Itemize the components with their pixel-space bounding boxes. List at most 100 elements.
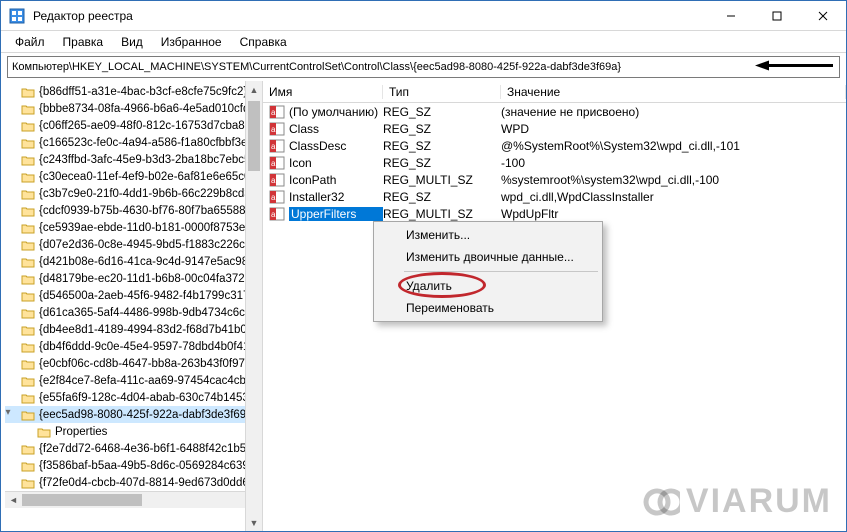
tree-item[interactable]: {d421b08e-6d16-41ca-9c4d-9147e5ac98e0}: [5, 253, 262, 270]
tree-item-label: {f72fe0d4-cbcb-407d-8814-9ed673d0dd6b}: [39, 477, 259, 489]
menu-файл[interactable]: Файл: [7, 33, 53, 51]
address-bar[interactable]: Компьютер\HKEY_LOCAL_MACHINE\SYSTEM\Curr…: [7, 56, 840, 78]
value-type: REG_MULTI_SZ: [383, 173, 501, 187]
minimize-button[interactable]: [708, 1, 754, 30]
value-row[interactable]: abClassDescREG_SZ@%SystemRoot%\System32\…: [263, 137, 846, 154]
tree-scrollbar-horizontal[interactable]: ◄ ►: [5, 491, 262, 508]
tree-item[interactable]: {db4ee8d1-4189-4994-83d2-f68d7b41b0e6}: [5, 321, 262, 338]
tree-item[interactable]: {d61ca365-5af4-4486-998b-9db4734c6ca3}: [5, 304, 262, 321]
tree-item[interactable]: {c30ecea0-11ef-4ef9-b02e-6af81e6e65c0}: [5, 168, 262, 185]
menu-правка[interactable]: Правка: [55, 33, 112, 51]
tree-item[interactable]: {c06ff265-ae09-48f0-812c-16753d7cba83}: [5, 117, 262, 134]
value-data: WPD: [501, 122, 846, 136]
value-type: REG_SZ: [383, 139, 501, 153]
close-icon: [818, 11, 828, 21]
column-name[interactable]: Имя: [263, 85, 383, 99]
menu-справка[interactable]: Справка: [232, 33, 295, 51]
tree-item-label: {e55fa6f9-128c-4d04-abab-630c74b1453a}: [39, 392, 259, 404]
tree-item[interactable]: {ce5939ae-ebde-11d0-b181-0000f8753ec4}: [5, 219, 262, 236]
context-item-4[interactable]: Переименовать: [376, 297, 600, 319]
value-row[interactable]: abUpperFiltersREG_MULTI_SZWpdUpFltr: [263, 205, 846, 222]
tree-item-label: {c243ffbd-3afc-45e9-b3d3-2ba18bc7ebc5}: [39, 154, 254, 166]
value-type: REG_MULTI_SZ: [383, 207, 501, 221]
watermark-logo-icon: [640, 485, 680, 519]
address-text: Компьютер\HKEY_LOCAL_MACHINE\SYSTEM\Curr…: [12, 61, 621, 73]
folder-icon: [21, 341, 35, 353]
value-row[interactable]: abClassREG_SZWPD: [263, 120, 846, 137]
tree-item[interactable]: {eec5ad98-8080-425f-922a-dabf3de3f69a}: [5, 406, 262, 423]
tree-item[interactable]: {d48179be-ec20-11d1-b6b8-00c04fa372a7}: [5, 270, 262, 287]
scrollbar-thumb[interactable]: [22, 494, 142, 506]
tree-item[interactable]: Properties: [5, 423, 262, 440]
tree-item[interactable]: {e0cbf06c-cd8b-4647-bb8a-263b43f0f974}: [5, 355, 262, 372]
tree-item[interactable]: {b86dff51-a31e-4bac-b3cf-e8cfe75c9fc2}: [5, 83, 262, 100]
value-row[interactable]: abIconREG_SZ-100: [263, 154, 846, 171]
context-menu: Изменить...Изменить двоичные данные... Уд…: [373, 221, 603, 322]
tree-item[interactable]: {cdcf0939-b75b-4630-bf76-80f7ba655884}: [5, 202, 262, 219]
tree-item-label: {ce5939ae-ebde-11d0-b181-0000f8753ec4}: [39, 222, 261, 234]
tree-item[interactable]: {bbbe8734-08fa-4966-b6a6-4e5ad010cfd0}: [5, 100, 262, 117]
folder-icon: [21, 460, 35, 472]
tree-item[interactable]: {db4f6ddd-9c0e-45e4-9597-78dbd4b0f412}: [5, 338, 262, 355]
tree-item-label: {d07e2d36-0c8e-4945-9bd5-f1883c226c8c}: [39, 239, 261, 251]
scroll-left-icon[interactable]: ◄: [5, 495, 22, 505]
folder-icon: [21, 307, 35, 319]
folder-icon: [21, 86, 35, 98]
tree-item[interactable]: {e2f84ce7-8efa-411c-aa69-97454cac4cb57}: [5, 372, 262, 389]
tree-item-label: {c06ff265-ae09-48f0-812c-16753d7cba83}: [39, 120, 255, 132]
scroll-down-icon[interactable]: ▼: [246, 514, 262, 531]
value-type: REG_SZ: [383, 105, 501, 119]
value-row[interactable]: abInstaller32REG_SZwpd_ci.dll,WpdClassIn…: [263, 188, 846, 205]
menu-избранное[interactable]: Избранное: [153, 33, 230, 51]
tree-pane: {b86dff51-a31e-4bac-b3cf-e8cfe75c9fc2} {b…: [1, 81, 263, 531]
value-name: Icon: [289, 156, 383, 170]
tree-scrollbar-vertical[interactable]: ▲ ▼: [245, 81, 262, 531]
string-value-icon: ab: [269, 156, 285, 170]
tree-item[interactable]: {d546500a-2aeb-45f6-9482-f4b1799c3177}: [5, 287, 262, 304]
tree-item[interactable]: {f3586baf-b5aa-49b5-8d6c-0569284c639f}: [5, 457, 262, 474]
close-button[interactable]: [800, 1, 846, 30]
scrollbar-thumb[interactable]: [248, 101, 260, 171]
context-item-1[interactable]: Изменить двоичные данные...: [376, 246, 600, 268]
folder-icon: [37, 426, 51, 438]
column-data[interactable]: Значение: [501, 85, 846, 99]
scroll-up-icon[interactable]: ▲: [246, 81, 262, 98]
tree-item-label: {bbbe8734-08fa-4966-b6a6-4e5ad010cfd0}: [39, 103, 260, 115]
tree-item[interactable]: {d07e2d36-0c8e-4945-9bd5-f1883c226c8c}: [5, 236, 262, 253]
svg-text:ab: ab: [271, 125, 280, 134]
folder-icon: [21, 409, 35, 421]
tree-item[interactable]: {c3b7c9e0-21f0-4dd1-9b6b-66c229b8cd33}: [5, 185, 262, 202]
window-buttons: [708, 1, 846, 30]
tree-item[interactable]: {f72fe0d4-cbcb-407d-8814-9ed673d0dd6b}: [5, 474, 262, 491]
tree-item-label: {c166523c-fe0c-4a94-a586-f1a80cfbbf3e}: [39, 137, 251, 149]
highlight-oval: [398, 272, 486, 298]
window-title: Редактор реестра: [33, 9, 708, 23]
value-data: (значение не присвоено): [501, 105, 846, 119]
value-row[interactable]: abIconPathREG_MULTI_SZ%systemroot%\syste…: [263, 171, 846, 188]
registry-editor-window: Редактор реестра ФайлПравкаВидИзбранноеС…: [0, 0, 847, 532]
tree-item[interactable]: {c243ffbd-3afc-45e9-b3d3-2ba18bc7ebc5}: [5, 151, 262, 168]
tree-item[interactable]: {c166523c-fe0c-4a94-a586-f1a80cfbbf3e}: [5, 134, 262, 151]
folder-icon: [21, 171, 35, 183]
folder-icon: [21, 290, 35, 302]
folder-icon: [21, 324, 35, 336]
folder-icon: [21, 443, 35, 455]
value-data: -100: [501, 156, 846, 170]
tree-item-label: {d61ca365-5af4-4486-998b-9db4734c6ca3}: [39, 307, 262, 319]
tree-item-label: {e2f84ce7-8efa-411c-aa69-97454cac4cb57}: [39, 375, 263, 387]
tree-item[interactable]: {e55fa6f9-128c-4d04-abab-630c74b1453a}: [5, 389, 262, 406]
column-type[interactable]: Тип: [383, 85, 501, 99]
value-type: REG_SZ: [383, 190, 501, 204]
tree-item-label: {cdcf0939-b75b-4630-bf76-80f7ba655884}: [39, 205, 256, 217]
folder-icon: [21, 222, 35, 234]
string-value-icon: ab: [269, 207, 285, 221]
context-item-3[interactable]: Удалить: [376, 275, 600, 297]
menubar: ФайлПравкаВидИзбранноеСправка: [1, 31, 846, 53]
menu-вид[interactable]: Вид: [113, 33, 151, 51]
tree-item[interactable]: {f2e7dd72-6468-4e36-b6f1-6488f42c1b52}: [5, 440, 262, 457]
value-row[interactable]: ab(По умолчанию)REG_SZ(значение не присв…: [263, 103, 846, 120]
expander-icon[interactable]: ▾: [3, 407, 13, 418]
context-item-0[interactable]: Изменить...: [376, 224, 600, 246]
maximize-button[interactable]: [754, 1, 800, 30]
value-name: ClassDesc: [289, 139, 383, 153]
